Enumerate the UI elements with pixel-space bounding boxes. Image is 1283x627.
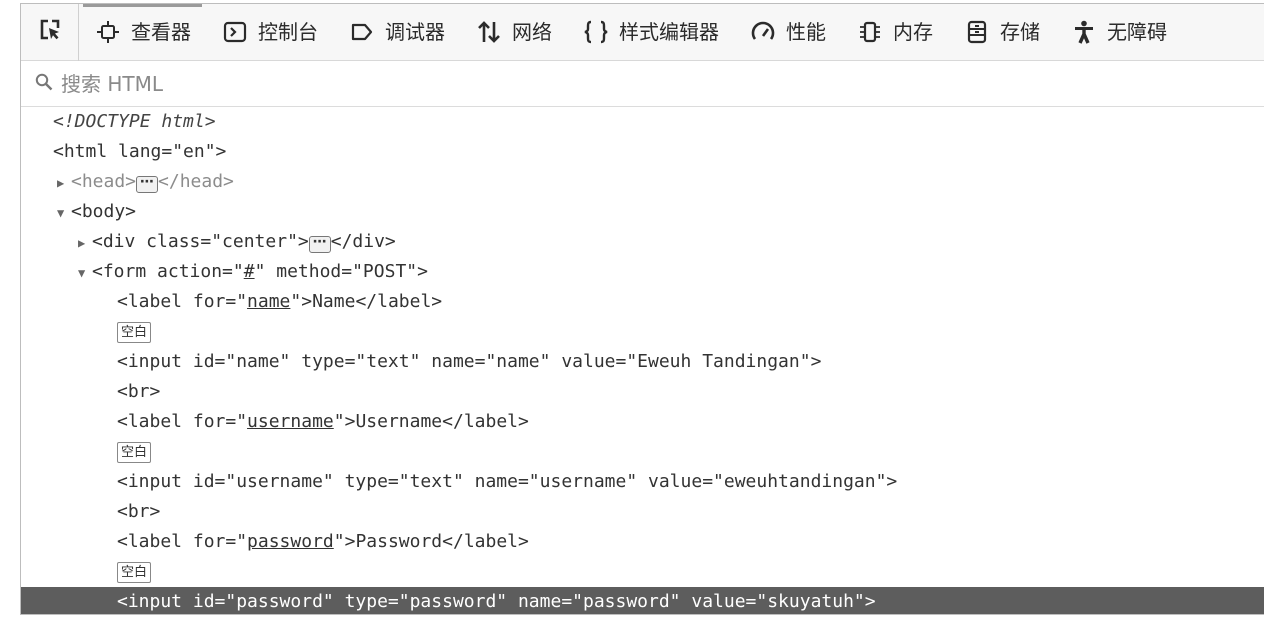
br-tag: <br> [117, 501, 161, 522]
br-tag: <br> [117, 381, 161, 402]
tab-memory[interactable]: 内存 [841, 4, 948, 61]
storage-icon [964, 19, 990, 45]
devtools-panel: 查看器 控制台 调试器 网络 样式编辑器 性能 内存 存储 无障碍 搜索 HTM… [20, 3, 1264, 615]
tab-accessibility[interactable]: 无障碍 [1055, 4, 1182, 61]
expand-arrow-icon[interactable]: ▶ [78, 228, 92, 258]
expand-arrow-icon[interactable]: ▶ [57, 168, 71, 198]
tab-debugger[interactable]: 调试器 [333, 4, 460, 61]
tab-performance[interactable]: 性能 [734, 4, 841, 61]
head-open-tag: <head> [71, 171, 137, 192]
label-for-link[interactable]: username [247, 411, 334, 432]
label-tag-end: </label> [442, 531, 529, 552]
memory-icon [857, 19, 883, 45]
tab-console[interactable]: 控制台 [206, 4, 333, 61]
element-picker-icon [38, 18, 62, 46]
label-tag-mid: "> [333, 531, 356, 552]
label-text: Username [355, 411, 443, 432]
search-bar [21, 61, 1264, 107]
tree-node-body[interactable]: ▼ <body> [21, 197, 1264, 227]
html-tag: <html lang="en"> [53, 141, 227, 162]
input-tag: <input id="password" type="password" nam… [117, 591, 876, 612]
style-editor-icon [583, 19, 609, 45]
tab-inspector[interactable]: 查看器 [79, 4, 206, 61]
tree-node-whitespace[interactable]: 空白 [21, 437, 1264, 467]
tab-label: 样式编辑器 [619, 20, 719, 44]
form-tag-end: " method="POST"> [254, 261, 428, 282]
tab-label: 查看器 [131, 20, 191, 44]
tree-node-whitespace[interactable]: 空白 [21, 557, 1264, 587]
form-tag-start: <form action=" [92, 261, 244, 282]
whitespace-badge: 空白 [117, 441, 152, 463]
search-icon [35, 73, 53, 95]
tree-node-br[interactable]: <br> [21, 377, 1264, 407]
search-html-input[interactable] [59, 70, 663, 97]
debugger-icon [349, 19, 375, 45]
tree-node-label-name[interactable]: <label for="name">Name</label> [21, 287, 1264, 317]
tree-node-label-username[interactable]: <label for="username">Username</label> [21, 407, 1264, 437]
devtools-toolbar: 查看器 控制台 调试器 网络 样式编辑器 性能 内存 存储 无障碍 [21, 4, 1264, 61]
tree-node-input-username[interactable]: <input id="username" type="text" name="u… [21, 467, 1264, 497]
doctype-text: <!DOCTYPE html> [53, 111, 216, 132]
tree-node-form[interactable]: ▼ <form action="#" method="POST"> [21, 257, 1264, 287]
label-tag-mid: "> [290, 291, 313, 312]
div-open-tag: <div class="center"> [92, 231, 309, 252]
tab-storage[interactable]: 存储 [948, 4, 1055, 61]
inspector-icon [95, 19, 121, 45]
tab-label: 内存 [893, 20, 933, 44]
collapse-arrow-icon[interactable]: ▼ [57, 198, 71, 228]
label-tag-start: <label for=" [117, 291, 248, 312]
label-tag-start: <label for=" [117, 531, 248, 552]
label-text: Name [312, 291, 356, 312]
tree-node-html[interactable]: <html lang="en"> [21, 137, 1264, 167]
element-picker-button[interactable] [21, 4, 79, 61]
tab-label: 网络 [512, 20, 552, 44]
form-action-link[interactable]: # [244, 261, 255, 282]
label-tag-end: </label> [442, 411, 529, 432]
whitespace-badge: 空白 [117, 321, 152, 343]
accessibility-icon [1071, 19, 1097, 45]
tab-network[interactable]: 网络 [460, 4, 567, 61]
label-text: Password [355, 531, 443, 552]
label-tag-end: </label> [355, 291, 443, 312]
console-icon [222, 19, 248, 45]
label-tag-start: <label for=" [117, 411, 248, 432]
tab-label: 无障碍 [1107, 20, 1167, 44]
collapsed-ellipsis-button[interactable]: ⋯ [308, 235, 331, 253]
tree-node-br[interactable]: <br> [21, 497, 1264, 527]
markup-tree: <!DOCTYPE html> <html lang="en"> ▶ <head>… [21, 107, 1264, 614]
body-tag: <body> [71, 201, 137, 222]
tab-label: 性能 [786, 20, 826, 44]
tree-node-div-center[interactable]: ▶ <div class="center"> ⋯ </div> [21, 227, 1264, 257]
label-for-link[interactable]: password [247, 531, 334, 552]
whitespace-badge: 空白 [117, 561, 152, 583]
tab-label: 调试器 [385, 20, 445, 44]
tree-node-head[interactable]: ▶ <head> ⋯ </head> [21, 167, 1264, 197]
label-for-link[interactable]: name [247, 291, 290, 312]
collapsed-ellipsis-button[interactable]: ⋯ [136, 175, 159, 193]
tree-node-whitespace[interactable]: 空白 [21, 317, 1264, 347]
input-tag: <input id="username" type="text" name="u… [117, 471, 898, 492]
network-icon [476, 19, 502, 45]
tree-node-doctype[interactable]: <!DOCTYPE html> [21, 107, 1264, 137]
collapse-arrow-icon[interactable]: ▼ [78, 258, 92, 288]
tree-node-input-name[interactable]: <input id="name" type="text" name="name"… [21, 347, 1264, 377]
label-tag-mid: "> [333, 411, 356, 432]
tab-label: 存储 [1000, 20, 1040, 44]
tab-style-editor[interactable]: 样式编辑器 [567, 4, 734, 61]
tab-label: 控制台 [258, 20, 318, 44]
head-close-tag: </head> [158, 171, 234, 192]
tree-node-label-password[interactable]: <label for="password">Password</label> [21, 527, 1264, 557]
input-tag: <input id="name" type="text" name="name"… [117, 351, 822, 372]
tree-node-input-password-selected[interactable]: <input id="password" type="password" nam… [21, 587, 1264, 614]
div-close-tag: </div> [330, 231, 396, 252]
performance-icon [750, 19, 776, 45]
